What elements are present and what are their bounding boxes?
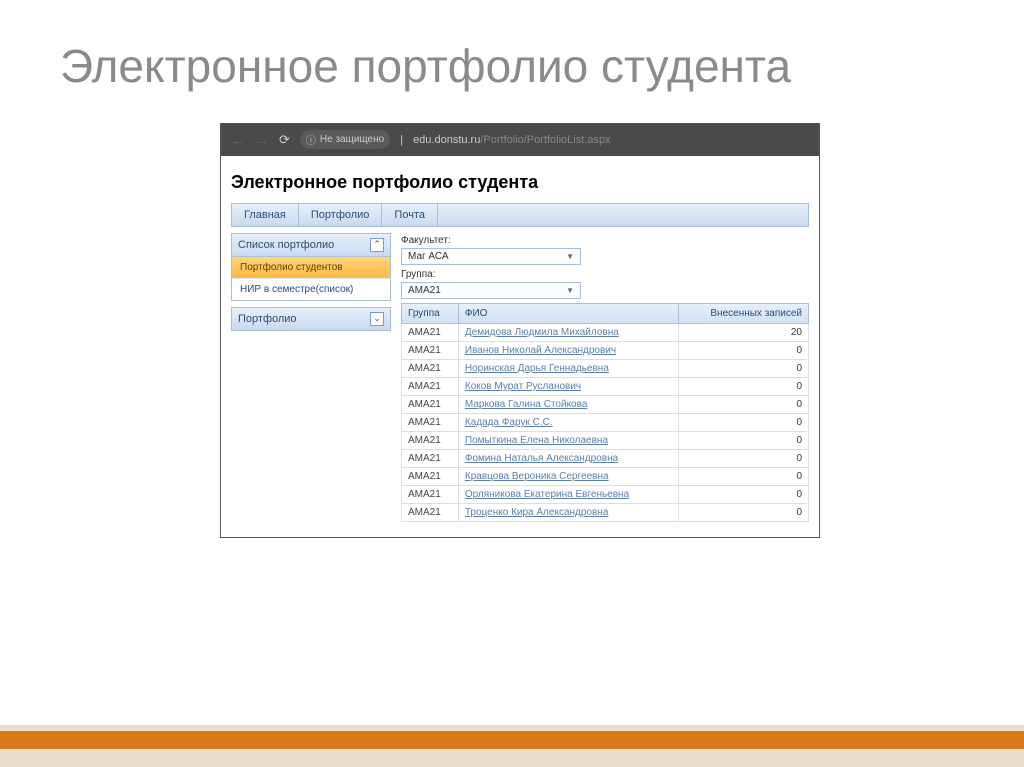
sidebar-panel-portfolio-header[interactable]: Портфолио ⌄ xyxy=(231,307,391,331)
url-bar[interactable]: edu.donstu.ru/Portfolio/PortfolioList.as… xyxy=(413,134,611,146)
sidebar-panel-list-label: Список портфолио xyxy=(238,239,334,251)
cell-group: АМА21 xyxy=(402,395,459,413)
cell-count: 0 xyxy=(679,449,809,467)
student-link[interactable]: Норинская Дарья Геннадьевна xyxy=(465,363,609,374)
nav-mail[interactable]: Почта xyxy=(382,204,438,226)
nav-home[interactable]: Главная xyxy=(232,204,299,226)
cell-fio: Кадада Фарук С.С. xyxy=(458,413,678,431)
cell-fio: Помыткина Елена Николаевна xyxy=(458,431,678,449)
students-table: Группа ФИО Внесенных записей АМА21 Демидо… xyxy=(401,303,809,522)
nav-portfolio[interactable]: Портфолио xyxy=(299,204,383,226)
cell-count: 0 xyxy=(679,395,809,413)
cell-count: 0 xyxy=(679,503,809,521)
cell-fio: Иванов Николай Александрович xyxy=(458,341,678,359)
cell-group: АМА21 xyxy=(402,359,459,377)
cell-group: АМА21 xyxy=(402,485,459,503)
slide-title: Электронное портфолио студента xyxy=(0,0,1024,113)
cell-group: АМА21 xyxy=(402,323,459,341)
footer-stripe xyxy=(0,731,1024,749)
reload-icon[interactable]: ⟳ xyxy=(279,132,290,148)
cell-fio: Демидова Людмила Михайловна xyxy=(458,323,678,341)
student-link[interactable]: Фомина Наталья Александровна xyxy=(465,453,618,464)
cell-count: 0 xyxy=(679,485,809,503)
cell-count: 0 xyxy=(679,377,809,395)
url-host: edu.donstu.ru xyxy=(413,134,480,146)
table-row: АМА21 Норинская Дарья Геннадьевна 0 xyxy=(402,359,809,377)
table-row: АМА21 Кравцова Вероника Сергеевна 0 xyxy=(402,467,809,485)
cell-group: АМА21 xyxy=(402,467,459,485)
faculty-dropdown[interactable]: Маг АСА ▼ xyxy=(401,248,581,265)
student-link[interactable]: Орляникова Екатерина Евгеньевна xyxy=(465,489,629,500)
cell-group: АМА21 xyxy=(402,449,459,467)
cell-fio: Коков Мурат Русланович xyxy=(458,377,678,395)
sidebar-item-nir[interactable]: НИР в семестре(список) xyxy=(232,279,390,300)
sidebar-panel-list-body: Портфолио студентов НИР в семестре(списо… xyxy=(231,257,391,301)
col-group-header[interactable]: Группа xyxy=(402,303,459,323)
student-link[interactable]: Троценко Кира Александровна xyxy=(465,507,609,518)
table-row: АМА21 Кадада Фарук С.С. 0 xyxy=(402,413,809,431)
table-row: АМА21 Демидова Людмила Михайловна 20 xyxy=(402,323,809,341)
cell-fio: Орляникова Екатерина Евгеньевна xyxy=(458,485,678,503)
cell-group: АМА21 xyxy=(402,503,459,521)
cell-count: 0 xyxy=(679,413,809,431)
table-row: АМА21 Коков Мурат Русланович 0 xyxy=(402,377,809,395)
table-row: АМА21 Помыткина Елена Николаевна 0 xyxy=(402,431,809,449)
info-icon: ⓘ xyxy=(306,132,316,147)
security-badge[interactable]: ⓘ Не защищено xyxy=(300,130,390,149)
student-link[interactable]: Демидова Людмила Михайловна xyxy=(465,327,619,338)
browser-screenshot: ← → ⟳ ⓘ Не защищено | edu.donstu.ru/Port… xyxy=(220,123,820,538)
cell-count: 0 xyxy=(679,467,809,485)
cell-count: 0 xyxy=(679,359,809,377)
student-link[interactable]: Маркова Галина Стойкова xyxy=(465,399,588,410)
group-dropdown[interactable]: АМА21 ▼ xyxy=(401,282,581,299)
faculty-label: Факультет: xyxy=(401,235,809,246)
faculty-value: Маг АСА xyxy=(408,251,449,262)
browser-chrome: ← → ⟳ ⓘ Не защищено | edu.donstu.ru/Port… xyxy=(221,124,819,156)
group-label: Группа: xyxy=(401,269,809,280)
security-label: Не защищено xyxy=(320,134,384,145)
sidebar: Список портфолио ⌃ Портфолио студентов Н… xyxy=(231,233,391,522)
cell-fio: Кравцова Вероника Сергеевна xyxy=(458,467,678,485)
cell-fio: Троценко Кира Александровна xyxy=(458,503,678,521)
student-link[interactable]: Помыткина Елена Николаевна xyxy=(465,435,608,446)
cell-count: 20 xyxy=(679,323,809,341)
cell-count: 0 xyxy=(679,341,809,359)
cell-group: АМА21 xyxy=(402,431,459,449)
student-link[interactable]: Кравцова Вероника Сергеевна xyxy=(465,471,609,482)
url-separator: | xyxy=(400,134,403,146)
forward-arrow-icon[interactable]: → xyxy=(255,132,269,148)
cell-group: АМА21 xyxy=(402,341,459,359)
student-link[interactable]: Коков Мурат Русланович xyxy=(465,381,581,392)
col-fio-header[interactable]: ФИО xyxy=(458,303,678,323)
url-path: /Portfolio/PortfolioList.aspx xyxy=(480,134,610,146)
back-arrow-icon[interactable]: ← xyxy=(231,132,245,148)
sidebar-item-students[interactable]: Портфолио студентов xyxy=(232,257,390,279)
student-link[interactable]: Кадада Фарук С.С. xyxy=(465,417,553,428)
sidebar-panel-portfolio-label: Портфолио xyxy=(238,313,297,325)
cell-count: 0 xyxy=(679,431,809,449)
table-row: АМА21 Орляникова Екатерина Евгеньевна 0 xyxy=(402,485,809,503)
cell-fio: Норинская Дарья Геннадьевна xyxy=(458,359,678,377)
table-row: АМА21 Иванов Николай Александрович 0 xyxy=(402,341,809,359)
table-row: АМА21 Фомина Наталья Александровна 0 xyxy=(402,449,809,467)
chevron-up-icon: ⌃ xyxy=(370,238,384,252)
student-link[interactable]: Иванов Николай Александрович xyxy=(465,345,616,356)
page-heading: Электронное портфолио студента xyxy=(231,172,809,193)
page-content: Электронное портфолио студента Главная П… xyxy=(221,156,819,537)
top-nav: Главная Портфолио Почта xyxy=(231,203,809,227)
col-count-header[interactable]: Внесенных записей xyxy=(679,303,809,323)
cell-group: АМА21 xyxy=(402,413,459,431)
caret-down-icon: ▼ xyxy=(566,252,574,261)
main-area: Факультет: Маг АСА ▼ Группа: АМА21 ▼ Гру… xyxy=(401,233,809,522)
chevron-down-icon: ⌄ xyxy=(370,312,384,326)
cell-fio: Маркова Галина Стойкова xyxy=(458,395,678,413)
cell-group: АМА21 xyxy=(402,377,459,395)
cell-fio: Фомина Наталья Александровна xyxy=(458,449,678,467)
table-row: АМА21 Маркова Галина Стойкова 0 xyxy=(402,395,809,413)
caret-down-icon: ▼ xyxy=(566,286,574,295)
group-value: АМА21 xyxy=(408,285,441,296)
table-row: АМА21 Троценко Кира Александровна 0 xyxy=(402,503,809,521)
sidebar-panel-list-header[interactable]: Список портфолио ⌃ xyxy=(231,233,391,257)
